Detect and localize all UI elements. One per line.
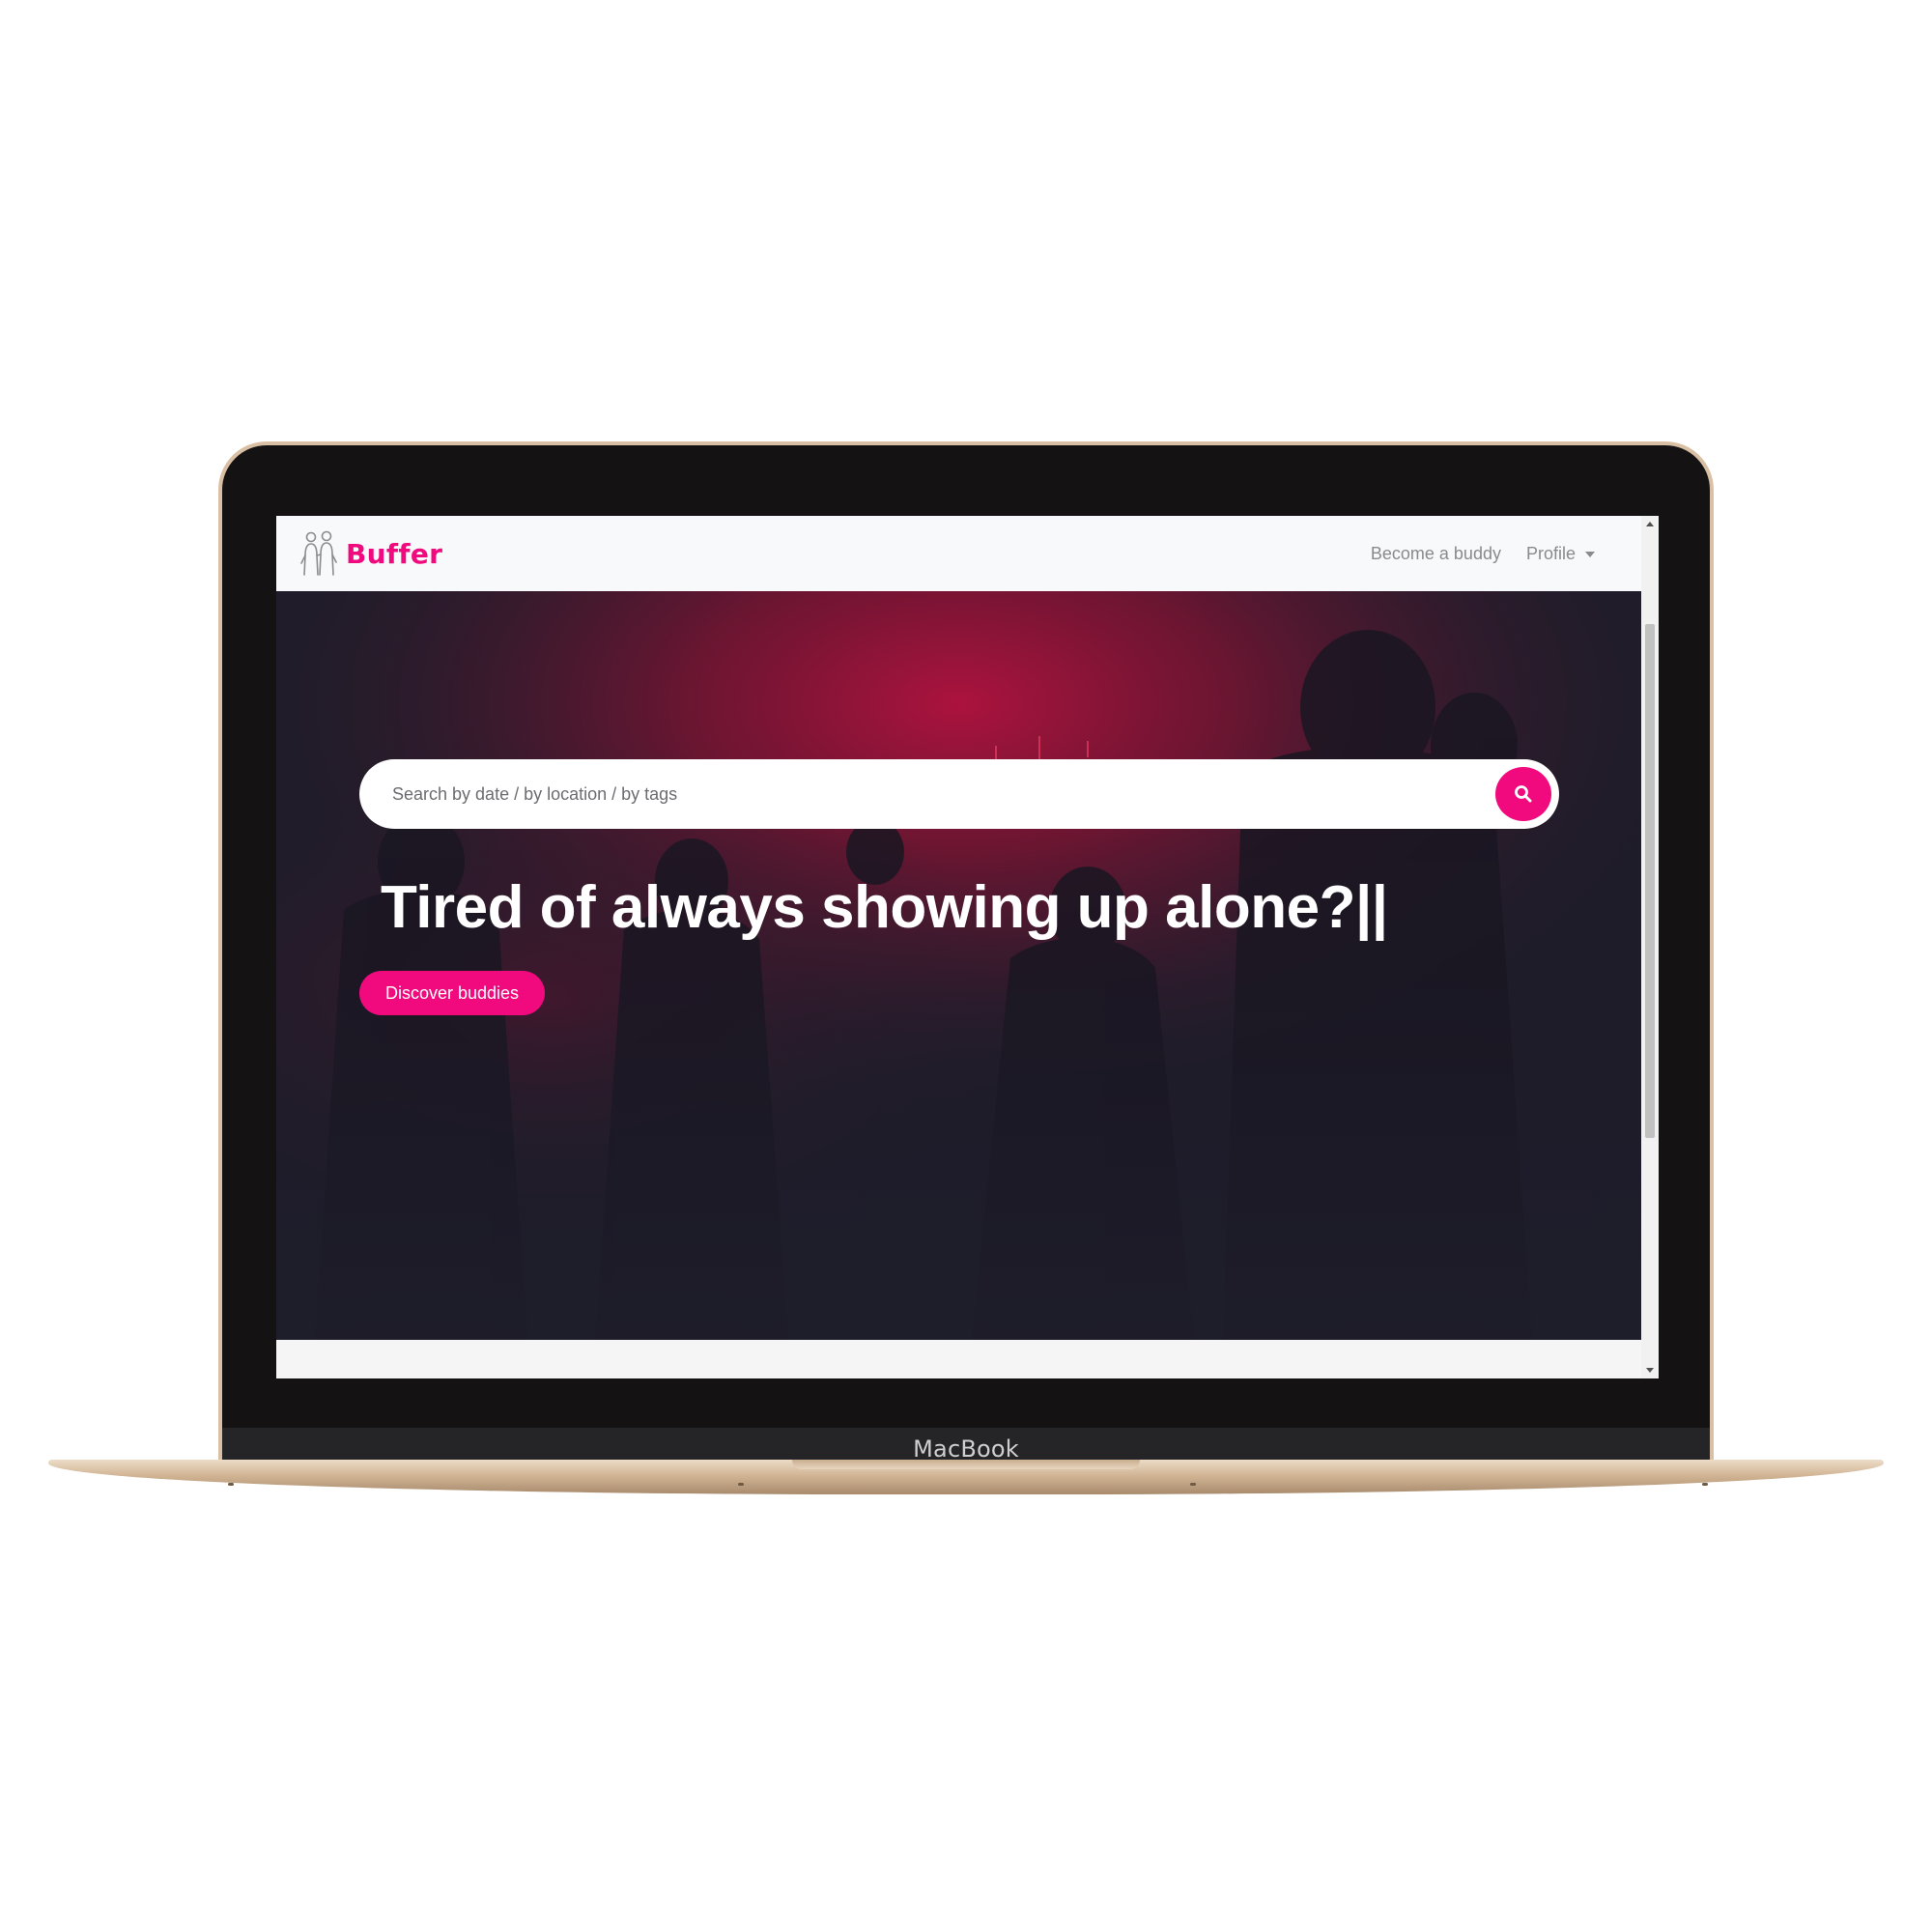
- brand-logo[interactable]: Buffer: [296, 528, 442, 579]
- hero-section: Tired of always showing up alone?|| Disc…: [276, 591, 1641, 1340]
- scroll-down-arrow-icon[interactable]: [1646, 1368, 1654, 1373]
- hero-background-image: [276, 591, 1641, 1340]
- nav-link-become-a-buddy[interactable]: Become a buddy: [1371, 544, 1501, 564]
- device-label: MacBook: [913, 1435, 1019, 1463]
- laptop-foot: [1702, 1483, 1708, 1486]
- brand-name: Buffer: [346, 537, 443, 570]
- nav-links: Become a buddy Profile: [1371, 544, 1622, 564]
- vertical-scrollbar[interactable]: [1641, 516, 1659, 1378]
- search-input[interactable]: [390, 782, 1453, 806]
- nav-dropdown-profile-label: Profile: [1525, 543, 1576, 563]
- scroll-up-arrow-icon[interactable]: [1646, 522, 1654, 526]
- navbar: Buffer Become a buddy Profile: [276, 516, 1641, 591]
- nav-dropdown-profile[interactable]: Profile: [1526, 544, 1595, 564]
- search-button[interactable]: [1495, 767, 1551, 821]
- scrollbar-thumb[interactable]: [1645, 624, 1655, 1138]
- caret-down-icon: [1585, 551, 1595, 557]
- search-icon: [1515, 785, 1532, 803]
- discover-buddies-button[interactable]: Discover buddies: [359, 971, 545, 1015]
- hero-title: Tired of always showing up alone?||: [381, 874, 1388, 941]
- browser-viewport: Buffer Become a buddy Profile Search by …: [276, 516, 1659, 1378]
- laptop-hinge-notch: [792, 1460, 1140, 1469]
- laptop-foot: [738, 1483, 744, 1486]
- laptop-foot: [1190, 1483, 1196, 1486]
- laptop-foot: [228, 1483, 234, 1486]
- search-bar: [359, 759, 1559, 829]
- buddies-logo-icon: [300, 530, 337, 576]
